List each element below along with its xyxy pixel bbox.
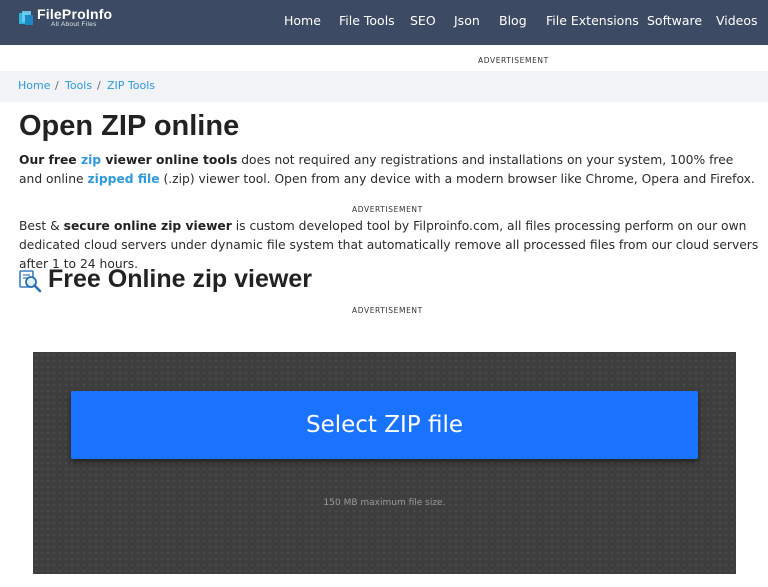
- intro-paragraph: Our free zip viewer online tools does no…: [19, 151, 759, 189]
- search-document-icon: [19, 270, 42, 293]
- nav-file-extensions[interactable]: File Extensions: [546, 11, 639, 31]
- advertisement-label-low: ADVERTISEMENT: [352, 306, 423, 315]
- nav-software[interactable]: Software: [647, 11, 702, 31]
- advertisement-label-top: ADVERTISEMENT: [478, 56, 549, 65]
- breadcrumb-zip-tools[interactable]: ZIP Tools: [107, 79, 155, 93]
- nav-home[interactable]: Home: [284, 11, 321, 31]
- logo-tagline: All About Files: [51, 21, 97, 28]
- top-navbar: FileProInfo All About Files Home File To…: [0, 0, 768, 45]
- zip-link[interactable]: zip: [81, 153, 101, 167]
- intro-bold-2: viewer online tools: [101, 153, 238, 167]
- select-zip-file-button[interactable]: Select ZIP file: [71, 391, 698, 459]
- nav-blog[interactable]: Blog: [499, 11, 527, 31]
- nav-json[interactable]: Json: [454, 11, 480, 31]
- desc-bold: secure online zip viewer: [63, 219, 232, 233]
- intro-text-2: (.zip) viewer tool. Open from any device…: [159, 172, 755, 186]
- logo-icon: [19, 11, 33, 25]
- breadcrumb-separator: /: [97, 79, 101, 92]
- site-logo[interactable]: FileProInfo All About Files: [18, 7, 112, 35]
- nav-file-tools[interactable]: File Tools: [339, 11, 395, 31]
- logo-name: FileProInfo: [37, 6, 113, 22]
- intro-bold-1: Our free: [19, 153, 81, 167]
- page-title: Open ZIP online: [19, 110, 240, 142]
- desc-text-1: Best &: [19, 219, 64, 233]
- breadcrumb-tools[interactable]: Tools: [65, 79, 92, 93]
- breadcrumb-separator: /: [55, 79, 59, 92]
- advertisement-label-mid: ADVERTISEMENT: [352, 205, 423, 214]
- select-zip-file-label: Select ZIP file: [305, 412, 463, 438]
- breadcrumb-home[interactable]: Home: [18, 79, 50, 93]
- section-title: Free Online zip viewer: [48, 265, 312, 293]
- max-file-size-note: 150 MB maximum file size.: [323, 498, 446, 508]
- nav-seo[interactable]: SEO: [410, 11, 436, 31]
- file-drop-zone[interactable]: Select ZIP file 150 MB maximum file size…: [33, 352, 736, 574]
- nav-videos[interactable]: Videos: [716, 11, 758, 31]
- breadcrumb: Home / Tools / ZIP Tools: [0, 71, 768, 102]
- zipped-file-link[interactable]: zipped file: [87, 172, 159, 186]
